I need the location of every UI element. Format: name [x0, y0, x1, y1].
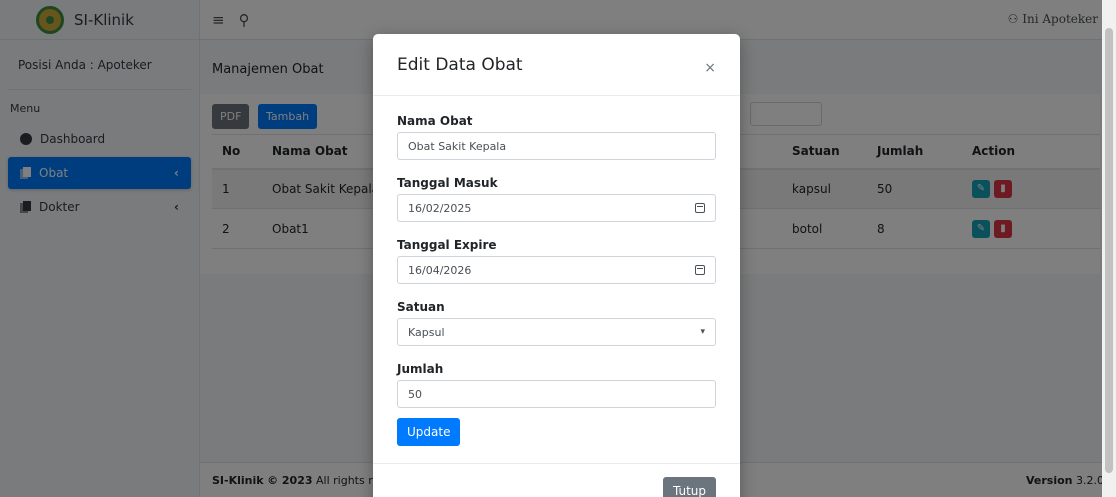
modal-footer: Tutup [373, 463, 740, 497]
tutup-button[interactable]: Tutup [662, 477, 716, 497]
modal-title: Edit Data Obat [397, 54, 523, 75]
tanggal-masuk-input[interactable]: 16/02/2025 [397, 194, 716, 222]
modal-header: Edit Data Obat [373, 34, 740, 96]
edit-obat-modal: Edit Data Obat × Nama Obat Obat Sakit Ke… [373, 34, 740, 497]
tanggal-expire-label: Tanggal Expire [397, 238, 497, 252]
modal-body: Nama Obat Obat Sakit Kepala Tanggal Masu… [373, 96, 740, 446]
satuan-select[interactable]: Kapsul ▾ [397, 318, 716, 346]
tanggal-masuk-label: Tanggal Masuk [397, 176, 498, 190]
chevron-down-icon: ▾ [700, 327, 705, 337]
nama-obat-input[interactable]: Obat Sakit Kepala [397, 132, 716, 160]
calendar-icon[interactable] [695, 203, 705, 213]
nama-obat-label: Nama Obat [397, 114, 473, 128]
close-icon[interactable]: × [704, 60, 716, 76]
scrollbar-thumb[interactable] [1105, 28, 1113, 473]
calendar-icon[interactable] [695, 265, 705, 275]
jumlah-input[interactable]: 50 [397, 380, 716, 408]
tanggal-expire-input[interactable]: 16/04/2026 [397, 256, 716, 284]
satuan-label: Satuan [397, 300, 445, 314]
jumlah-label: Jumlah [397, 362, 444, 376]
page-scrollbar[interactable] [1102, 0, 1116, 497]
update-button[interactable]: Update [397, 418, 461, 446]
